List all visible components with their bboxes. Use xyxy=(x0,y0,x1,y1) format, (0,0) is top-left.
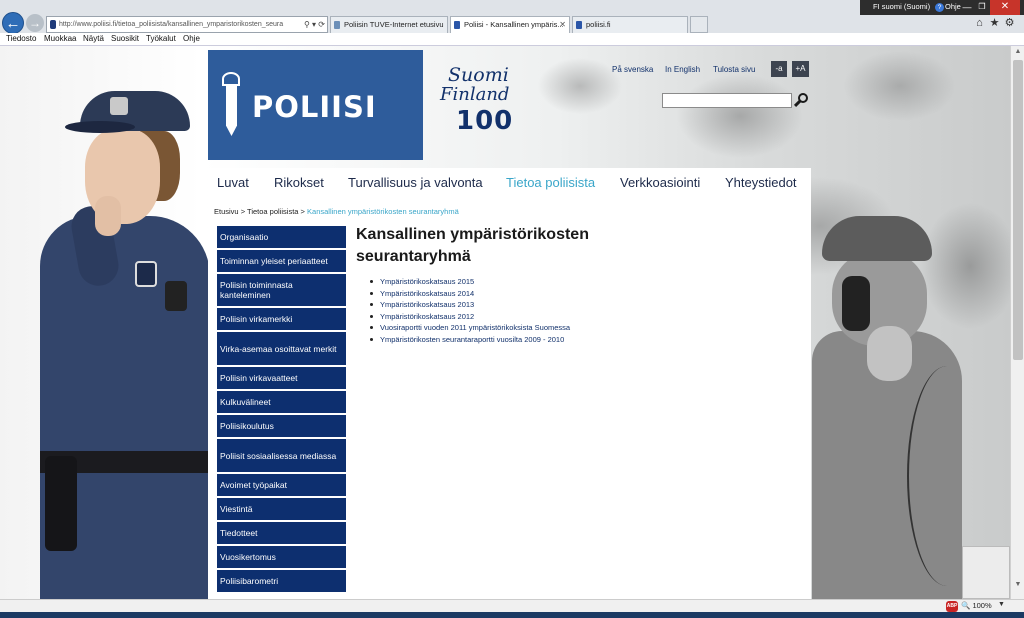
logo-text: POLIISI xyxy=(252,90,377,124)
side-item-kanteleminen[interactable]: Poliisin toiminnasta kanteleminen xyxy=(217,274,346,306)
list-item: Ympäristörikosten seurantaraportti vuosi… xyxy=(368,334,570,346)
page-title: Kansallinen ympäristörikosten seurantary… xyxy=(356,226,589,265)
side-item-poliisikoulutus[interactable]: Poliisikoulutus xyxy=(217,415,346,437)
new-tab-button[interactable] xyxy=(690,16,708,33)
breadcrumb-parent[interactable]: Tietoa poliisista xyxy=(247,207,298,216)
taskbar xyxy=(0,612,1024,618)
poliisi-logo[interactable]: POLIISI xyxy=(208,50,423,160)
doc-link[interactable]: Ympäristörikoskatsaus 2012 xyxy=(380,312,474,321)
page-viewport: POLIISI Suomi Finland 100 På svenska In … xyxy=(0,46,1010,599)
menu-tiedosto[interactable]: Tiedosto xyxy=(6,34,36,43)
search-input[interactable] xyxy=(662,93,792,108)
minimize-icon[interactable]: — xyxy=(961,0,973,15)
side-item-tiedotteet[interactable]: Tiedotteet xyxy=(217,522,346,544)
side-item-sosiaalinen-media[interactable]: Poliisit sosiaalisessa mediassa xyxy=(217,439,346,472)
tab-favicon-icon xyxy=(576,21,582,29)
menu-tyokalut[interactable]: Työkalut xyxy=(146,34,176,43)
help-indicator[interactable]: ? Ohje xyxy=(935,2,961,12)
address-tools-icons[interactable]: ⚲ ▾ ⟳ xyxy=(300,17,325,32)
list-item: Vuosiraportti vuoden 2011 ympäristörikok… xyxy=(368,322,570,334)
nav-tietoa-poliisista[interactable]: Tietoa poliisista xyxy=(506,175,595,190)
font-smaller-button[interactable]: -a xyxy=(771,61,787,77)
link-swedish[interactable]: På svenska xyxy=(612,65,653,74)
link-print[interactable]: Tulosta sivu xyxy=(713,65,755,74)
content-panel: Etusivu > Tietoa poliisista > Kansalline… xyxy=(208,198,811,599)
police-officer-image xyxy=(30,91,215,599)
adblock-icon[interactable]: ABP xyxy=(946,601,958,612)
status-bar: ABP 🔍 100% ▼ xyxy=(0,599,1024,612)
menu-bar: Tiedosto Muokkaa Näytä Suosikit Työkalut… xyxy=(0,33,1024,46)
search-icon[interactable] xyxy=(793,93,809,108)
side-item-virkamerkki[interactable]: Poliisin virkamerkki xyxy=(217,308,346,330)
nav-turvallisuus[interactable]: Turvallisuus ja valvonta xyxy=(348,175,483,190)
menu-suosikit[interactable]: Suosikit xyxy=(111,34,139,43)
tab-close-icon[interactable]: ✕ xyxy=(559,17,566,33)
zoom-dropdown-icon[interactable]: ▼ xyxy=(998,601,1005,608)
side-item-vuosikertomus[interactable]: Vuosikertomus xyxy=(217,546,346,568)
gear-icon[interactable]: ⚙ xyxy=(1003,17,1016,30)
nav-verkkoasiointi[interactable]: Verkkoasiointi xyxy=(620,175,700,190)
list-item: Ympäristörikoskatsaus 2014 xyxy=(368,288,570,300)
tab-favicon-icon xyxy=(334,21,340,29)
side-menu: Organisaatio Toiminnan yleiset periaatte… xyxy=(217,226,355,594)
side-item-kulkuvalineet[interactable]: Kulkuvälineet xyxy=(217,391,346,413)
historical-officer-image xyxy=(812,216,1010,599)
doc-link[interactable]: Ympäristörikosten seurantaraportti vuosi… xyxy=(380,335,564,344)
police-emblem-icon xyxy=(220,72,242,138)
site-favicon-icon xyxy=(50,20,56,29)
list-item: Ympäristörikoskatsaus 2013 xyxy=(368,299,570,311)
suomi-finland-100-logo: Suomi Finland 100 xyxy=(440,64,514,136)
home-icon[interactable]: ⌂ xyxy=(973,17,986,30)
main-navigation: Luvat Rikokset Turvallisuus ja valvonta … xyxy=(208,168,811,198)
nav-luvat[interactable]: Luvat xyxy=(217,175,249,190)
side-item-virkavaatteet[interactable]: Poliisin virkavaatteet xyxy=(217,367,346,389)
nav-yhteystiedot[interactable]: Yhteystiedot xyxy=(725,175,797,190)
restore-icon[interactable]: ❐ xyxy=(975,0,989,15)
font-larger-button[interactable]: +A xyxy=(792,61,809,77)
favorites-star-icon[interactable]: ★ xyxy=(988,17,1001,30)
tab-kansallinen[interactable]: Poliisi - Kansallinen ympäris... ✕ xyxy=(450,16,570,33)
nav-rikokset[interactable]: Rikokset xyxy=(274,175,324,190)
scroll-up-icon[interactable]: ▲ xyxy=(1011,46,1024,58)
menu-ohje[interactable]: Ohje xyxy=(183,34,200,43)
document-list: Ympäristörikoskatsaus 2015 Ympäristöriko… xyxy=(368,276,570,345)
doc-link[interactable]: Ympäristörikoskatsaus 2014 xyxy=(380,289,474,298)
back-arrow-icon[interactable]: ← xyxy=(2,12,24,34)
side-item-periaatteet[interactable]: Toiminnan yleiset periaatteet xyxy=(217,250,346,272)
close-icon[interactable]: ✕ xyxy=(990,0,1020,15)
doc-link[interactable]: Ympäristörikoskatsaus 2015 xyxy=(380,277,474,286)
language-indicator[interactable]: FI suomi (Suomi) xyxy=(873,2,930,11)
doc-link[interactable]: Ympäristörikoskatsaus 2013 xyxy=(380,300,474,309)
menu-muokkaa[interactable]: Muokkaa xyxy=(44,34,76,43)
breadcrumb: Etusivu > Tietoa poliisista > Kansalline… xyxy=(214,207,459,216)
address-bar[interactable]: http://www.poliisi.fi/tietoa_poliisista/… xyxy=(46,16,328,33)
side-item-poliisibarometri[interactable]: Poliisibarometri xyxy=(217,570,346,592)
doc-link[interactable]: Vuosiraportti vuoden 2011 ympäristörikok… xyxy=(380,323,570,332)
scroll-thumb[interactable] xyxy=(1013,60,1023,360)
zoom-level[interactable]: 🔍 100% xyxy=(961,601,992,610)
forward-arrow-icon[interactable]: → xyxy=(26,14,44,32)
scroll-down-icon[interactable]: ▼ xyxy=(1011,579,1024,591)
tab-tuve[interactable]: Poliisin TUVE-Internet etusivu xyxy=(330,16,448,33)
list-item: Ympäristörikoskatsaus 2012 xyxy=(368,311,570,323)
help-icon: ? xyxy=(935,3,944,12)
address-text: http://www.poliisi.fi/tietoa_poliisista/… xyxy=(59,21,284,28)
breadcrumb-current: Kansallinen ympäristörikosten seurantary… xyxy=(307,207,459,216)
side-item-viestinta[interactable]: Viestintä xyxy=(217,498,346,520)
tab-poliisi-fi[interactable]: poliisi.fi xyxy=(572,16,688,33)
vertical-scrollbar[interactable]: ▲ ▼ xyxy=(1010,46,1024,599)
tab-favicon-icon xyxy=(454,21,460,29)
side-item-virka-asema[interactable]: Virka-asemaa osoittavat merkit xyxy=(217,332,346,365)
breadcrumb-home[interactable]: Etusivu xyxy=(214,207,239,216)
link-english[interactable]: In English xyxy=(665,65,700,74)
list-item: Ympäristörikoskatsaus 2015 xyxy=(368,276,570,288)
menu-nayta[interactable]: Näytä xyxy=(83,34,104,43)
side-item-tyopaikat[interactable]: Avoimet työpaikat xyxy=(217,474,346,496)
side-item-organisaatio[interactable]: Organisaatio xyxy=(217,226,346,248)
